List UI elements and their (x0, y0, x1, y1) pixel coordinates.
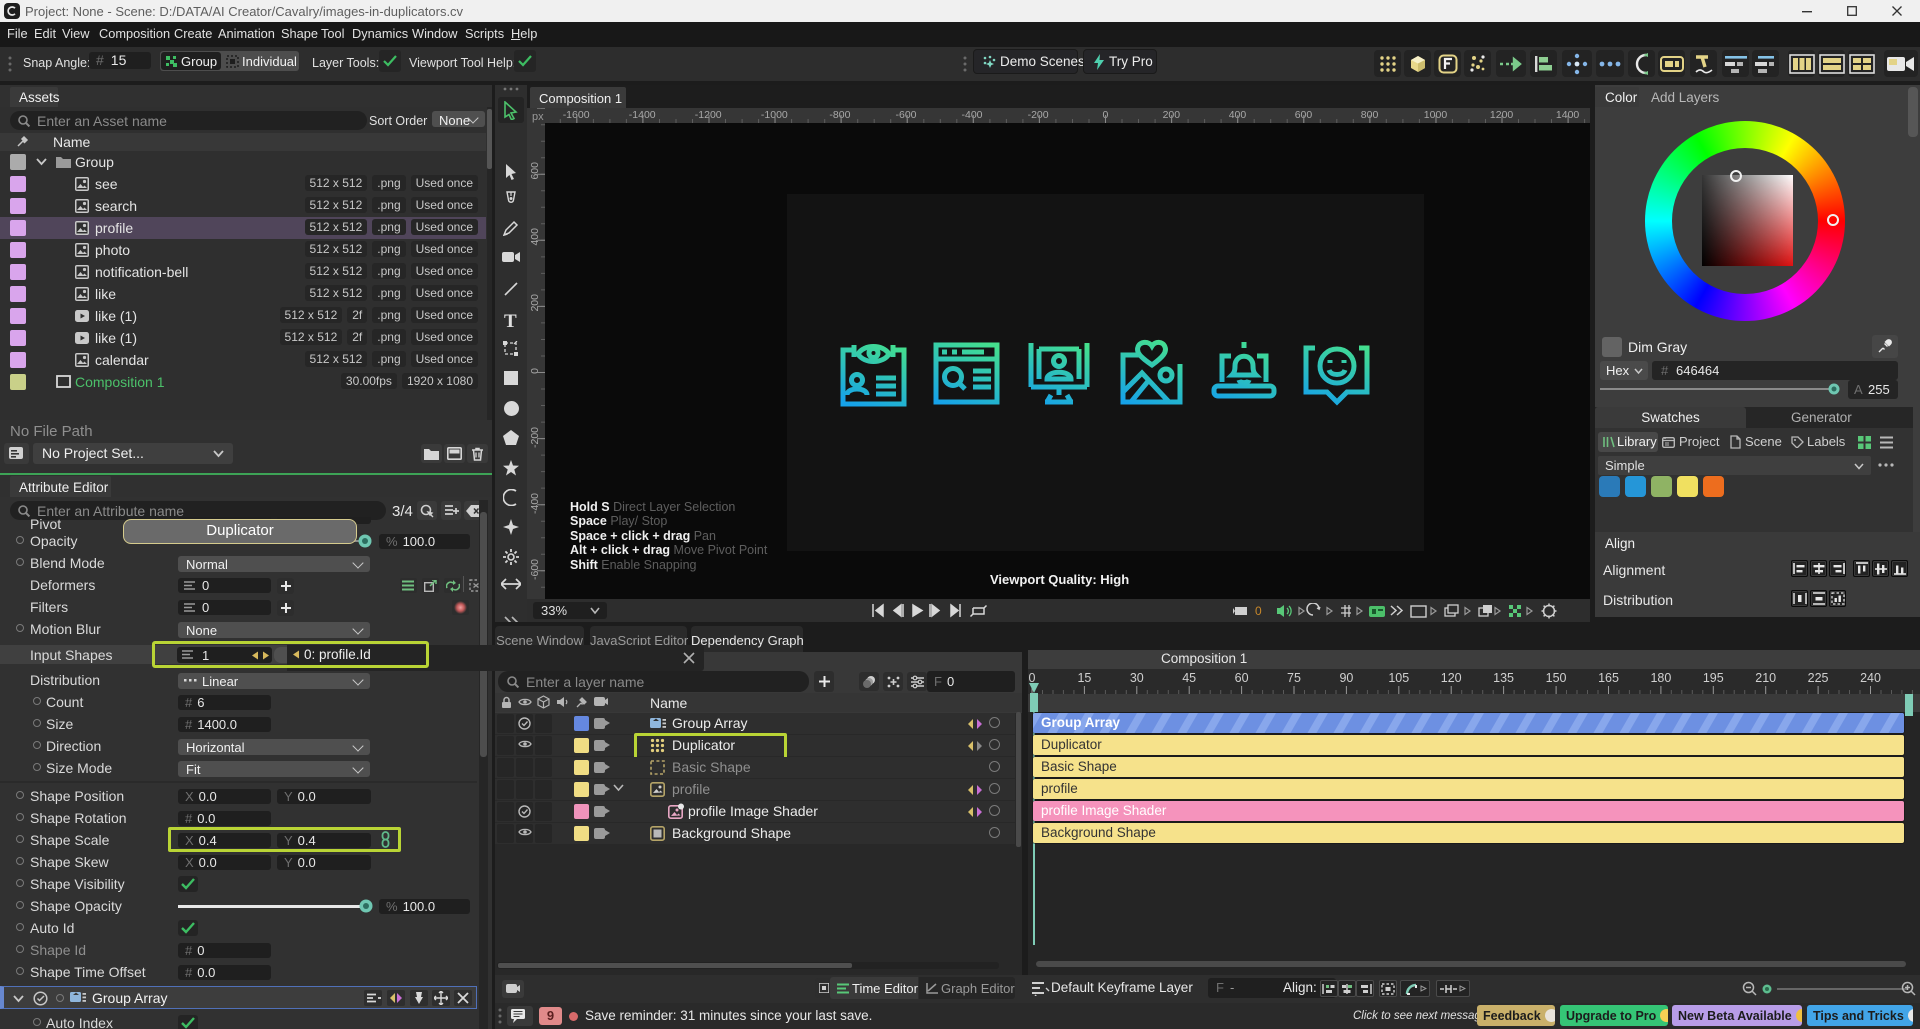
svg-text:0: 0 (1255, 604, 1262, 618)
